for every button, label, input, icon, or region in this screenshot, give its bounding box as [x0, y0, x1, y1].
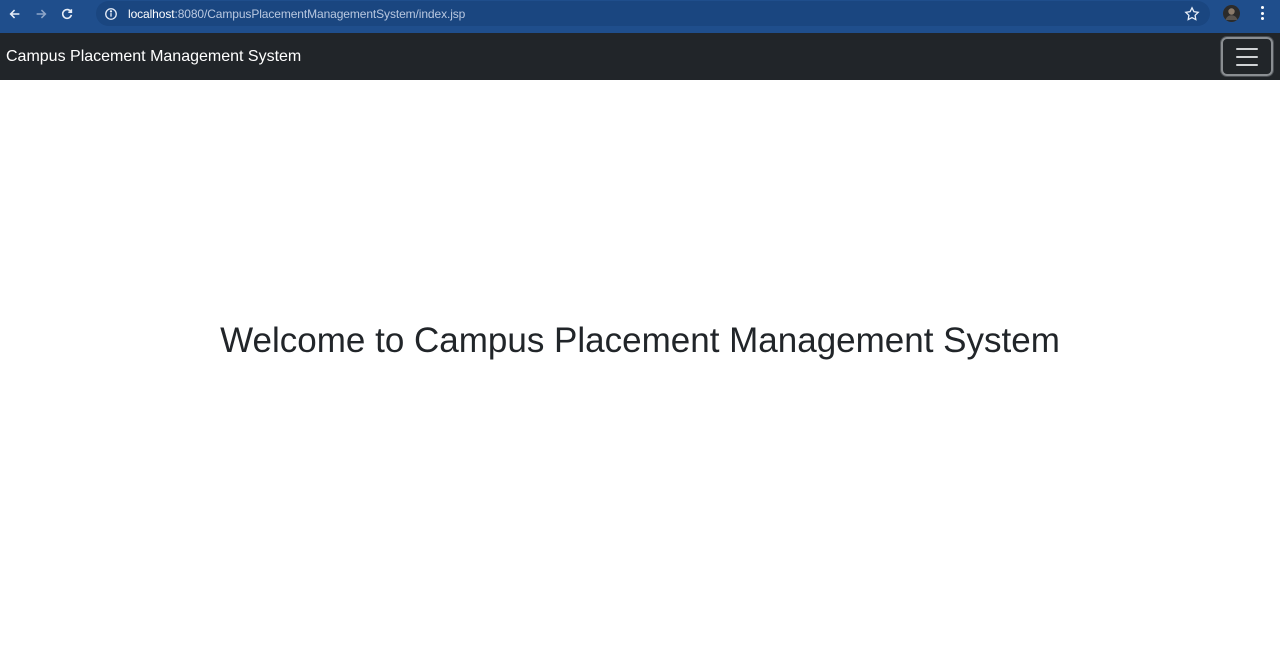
back-button[interactable]: [2, 1, 28, 27]
kebab-menu-icon[interactable]: [1254, 4, 1270, 22]
url-host: localhost: [128, 6, 175, 21]
navbar: Campus Placement Management System: [0, 33, 1280, 80]
main-content: Welcome to Campus Placement Management S…: [0, 80, 1280, 646]
back-arrow-icon: [9, 9, 20, 18]
forward-arrow-icon: [36, 9, 47, 18]
star-icon[interactable]: [1184, 6, 1200, 22]
hamburger-icon-line: [1236, 55, 1258, 58]
profile-icon: [1223, 5, 1240, 22]
reload-icon: [61, 8, 73, 19]
navbar-brand[interactable]: Campus Placement Management System: [6, 48, 301, 66]
info-icon: [105, 7, 117, 20]
browser-toolbar: localhost:8080/CampusPlacementManagement…: [0, 0, 1280, 33]
reload-button[interactable]: [54, 1, 80, 27]
page-title: Welcome to Campus Placement Management S…: [220, 321, 1060, 360]
avatar[interactable]: [1223, 5, 1240, 22]
navbar-toggler-button[interactable]: [1221, 37, 1273, 76]
address-bar[interactable]: localhost:8080/CampusPlacementManagement…: [96, 1, 1210, 26]
url-path: :8080/CampusPlacementManagementSystem/in…: [174, 6, 466, 21]
site-info-button[interactable]: [98, 1, 124, 26]
url-text[interactable]: localhost:8080/CampusPlacementManagement…: [128, 7, 465, 21]
hamburger-icon-line: [1236, 47, 1258, 50]
hamburger-icon-line: [1236, 63, 1258, 66]
forward-button[interactable]: [28, 1, 54, 27]
